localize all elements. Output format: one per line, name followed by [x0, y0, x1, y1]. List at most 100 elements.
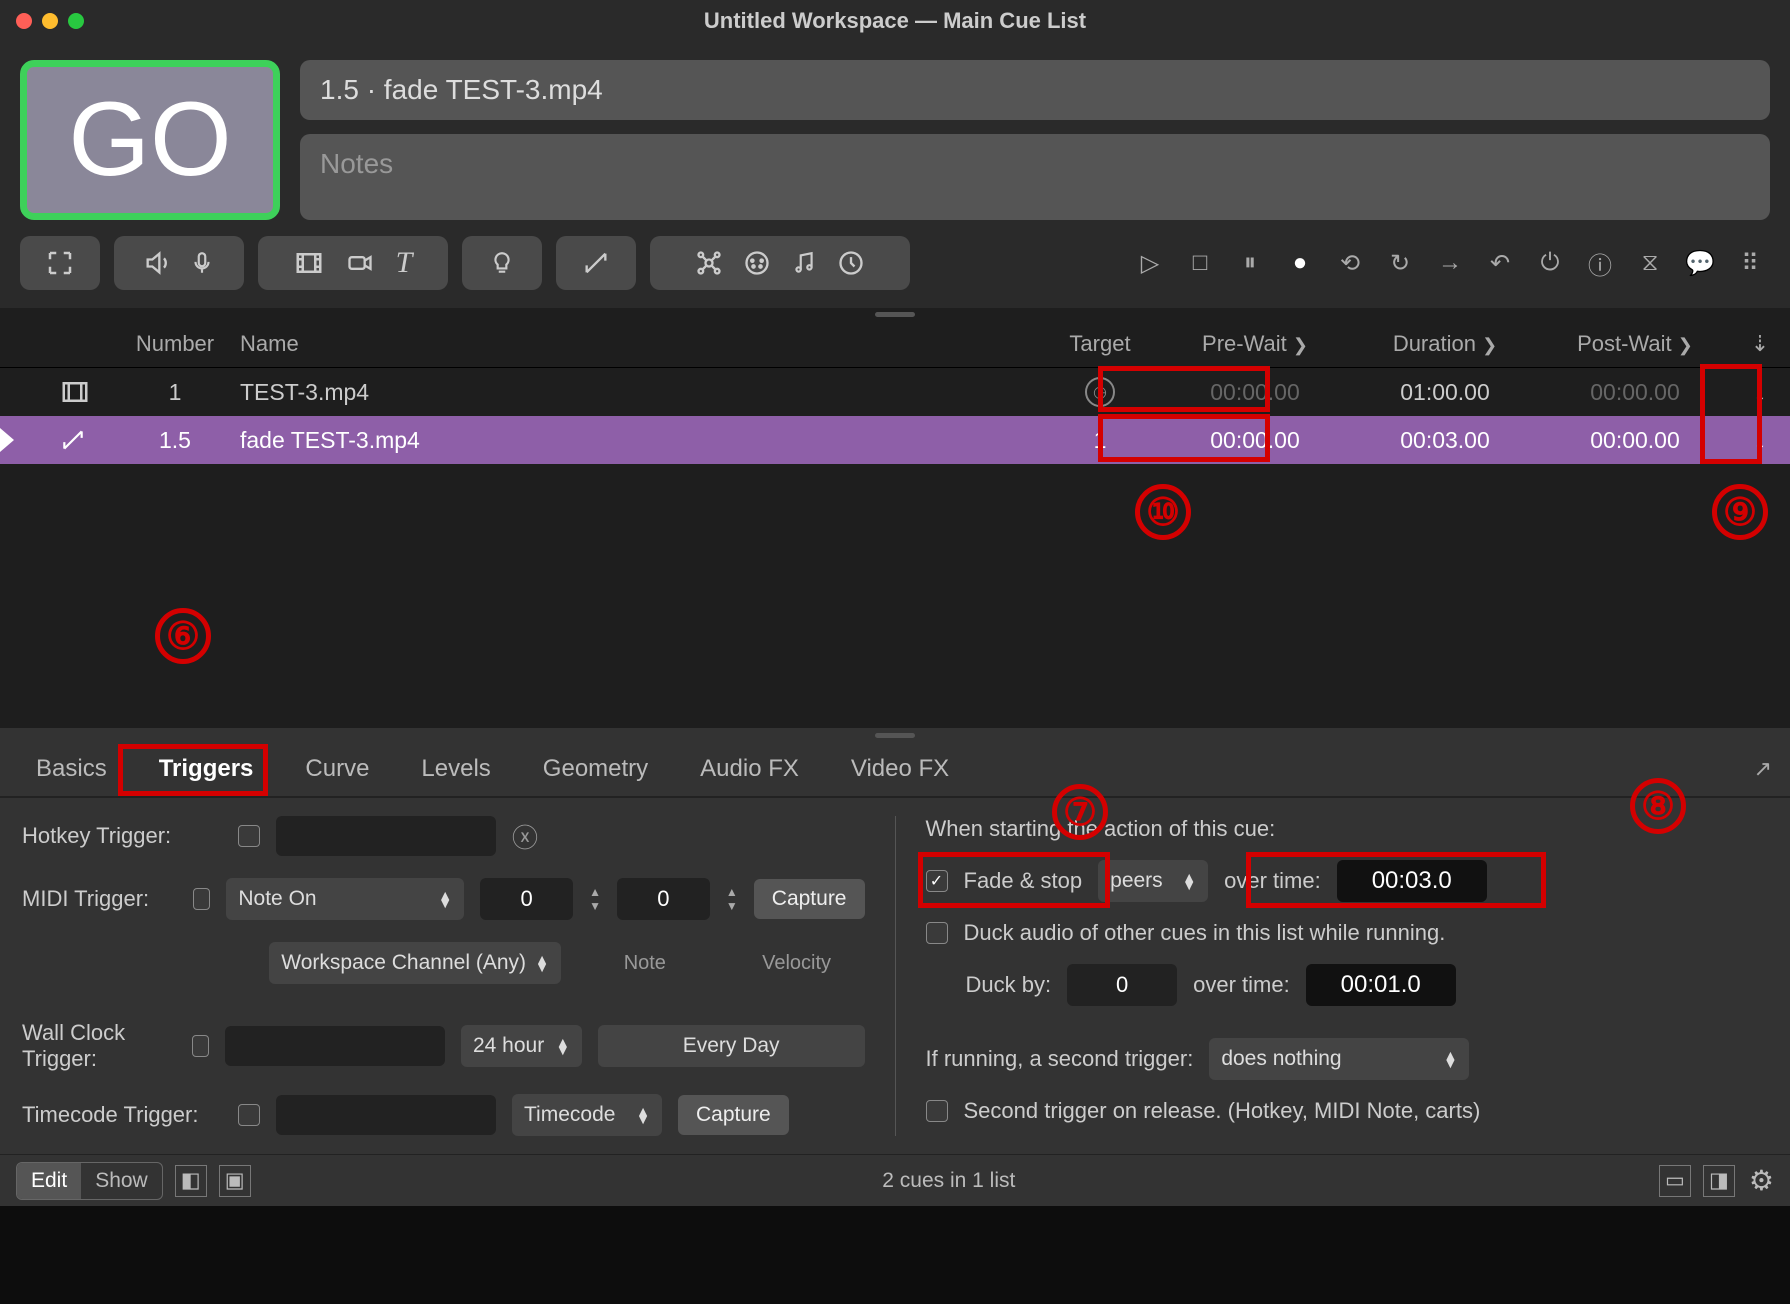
light-button[interactable]	[462, 236, 542, 290]
pause-icon[interactable]: ⏸	[1230, 243, 1270, 283]
grid-icon[interactable]: ⠿	[1730, 243, 1770, 283]
fade-scope-select[interactable]: peers▲▼	[1098, 860, 1208, 902]
midi-note-sublabel: Note	[577, 952, 713, 975]
timecode-icon[interactable]	[837, 249, 865, 277]
popout-icon[interactable]: ↗	[1754, 756, 1772, 782]
fullscreen-button[interactable]	[20, 236, 100, 290]
loop-icon[interactable]: ↻	[1380, 243, 1420, 283]
stepper-icon[interactable]: ▲▼	[589, 885, 601, 913]
timecode-label: Timecode Trigger:	[22, 1102, 222, 1128]
info-icon[interactable]: ⓘ	[1580, 243, 1620, 283]
arrow-icon[interactable]: →	[1430, 243, 1470, 283]
panel-icon-1[interactable]: ▭	[1659, 1165, 1691, 1197]
col-continue[interactable]: ⇣	[1730, 331, 1790, 357]
network-icon[interactable]	[695, 249, 723, 277]
tab-videofx[interactable]: Video FX	[825, 742, 975, 796]
toolbar: T ▷ □ ⏸ ● ⟲ ↻ → ↶ ⏻ ⓘ ⧖ 💬 ⠿	[0, 230, 1790, 308]
fade-button[interactable]	[556, 236, 636, 290]
fade-cue-icon	[60, 427, 120, 453]
midi-capture-button[interactable]: Capture	[754, 879, 865, 919]
mic-icon[interactable]	[189, 250, 215, 276]
midi-note-input[interactable]: 0	[480, 878, 573, 920]
timer-icon[interactable]: ⧖	[1630, 243, 1670, 283]
music-icon[interactable]	[791, 250, 817, 276]
speaker-icon[interactable]	[143, 249, 171, 277]
fade-time-input[interactable]: 00:03.0	[1337, 860, 1487, 902]
tab-levels[interactable]: Levels	[395, 742, 516, 796]
timecode-checkbox[interactable]	[238, 1104, 260, 1126]
text-icon[interactable]: T	[396, 246, 413, 280]
view-icon-2[interactable]: ▣	[219, 1165, 251, 1197]
show-mode[interactable]: Show	[81, 1163, 162, 1199]
midi-channel-select[interactable]: Workspace Channel (Any)▲▼	[269, 942, 561, 984]
hotkey-checkbox[interactable]	[238, 825, 260, 847]
mode-segment[interactable]: Edit Show	[16, 1162, 163, 1200]
second-trigger-label: If running, a second trigger:	[926, 1046, 1194, 1072]
second-release-checkbox[interactable]	[926, 1100, 948, 1122]
video-icon[interactable]	[294, 248, 324, 278]
top-panel: GO 1.5 · fade TEST-3.mp4 Notes	[0, 42, 1790, 230]
midi-checkbox[interactable]	[193, 888, 210, 910]
wallclock-format-select[interactable]: 24 hour▲▼	[461, 1025, 582, 1067]
duck-checkbox[interactable]	[926, 922, 948, 944]
duck-by-input[interactable]: 0	[1067, 964, 1177, 1006]
col-target[interactable]: Target	[1040, 331, 1160, 357]
maximize-icon[interactable]	[68, 13, 84, 29]
drag-handle[interactable]	[0, 728, 1790, 742]
timecode-mode-select[interactable]: Timecode▲▼	[512, 1094, 662, 1136]
triggers-left: Hotkey Trigger: ⓧ MIDI Trigger: Note On▲…	[22, 816, 865, 1136]
inspector-tabs: Basics Triggers Curve Levels Geometry Au…	[0, 742, 1790, 798]
wallclock-checkbox[interactable]	[192, 1035, 209, 1057]
second-trigger-select[interactable]: does nothing▲▼	[1209, 1038, 1469, 1080]
tab-geometry[interactable]: Geometry	[517, 742, 674, 796]
wallclock-days-select[interactable]: Every Day	[598, 1025, 865, 1067]
go-button[interactable]: GO	[20, 60, 280, 220]
cue-row[interactable]: 1.5 fade TEST-3.mp4 1 00:00.00 00:03.00 …	[0, 416, 1790, 464]
cue-title-text: 1.5 · fade TEST-3.mp4	[320, 74, 603, 105]
minimize-icon[interactable]	[42, 13, 58, 29]
col-number[interactable]: Number	[120, 331, 230, 357]
record-icon[interactable]: ●	[1280, 243, 1320, 283]
col-name[interactable]: Name	[230, 331, 1040, 357]
back-icon[interactable]: ↶	[1480, 243, 1520, 283]
timecode-capture-button[interactable]: Capture	[678, 1095, 789, 1135]
camera-icon[interactable]	[346, 249, 374, 277]
play-icon[interactable]: ▷	[1130, 243, 1170, 283]
col-postwait[interactable]: Post-Wait ❯	[1540, 331, 1730, 357]
cue-number: 1	[120, 379, 230, 406]
fade-stop-checkbox[interactable]	[926, 870, 948, 892]
col-prewait[interactable]: Pre-Wait ❯	[1160, 331, 1350, 357]
midi-velocity-input[interactable]: 0	[617, 878, 710, 920]
drag-handle[interactable]	[0, 308, 1790, 320]
view-icon-1[interactable]: ◧	[175, 1165, 207, 1197]
power-icon[interactable]: ⏻	[1530, 243, 1570, 283]
duck-time-input[interactable]: 00:01.0	[1306, 964, 1456, 1006]
edit-mode[interactable]: Edit	[17, 1163, 81, 1199]
col-duration[interactable]: Duration ❯	[1350, 331, 1540, 357]
tab-audiofx[interactable]: Audio FX	[674, 742, 825, 796]
statusbar: Edit Show ◧ ▣ 2 cues in 1 list ▭ ◨ ⚙	[0, 1154, 1790, 1206]
hotkey-input[interactable]	[276, 816, 496, 856]
stop-icon[interactable]: □	[1180, 243, 1220, 283]
notes-field[interactable]: Notes	[300, 134, 1770, 220]
midi-icon[interactable]	[743, 249, 771, 277]
close-icon[interactable]	[16, 13, 32, 29]
tab-triggers[interactable]: Triggers	[133, 742, 280, 796]
tab-curve[interactable]: Curve	[279, 742, 395, 796]
tab-basics[interactable]: Basics	[10, 742, 133, 796]
cue-continue[interactable]: ↓	[1730, 377, 1790, 408]
panel-icon-2[interactable]: ◨	[1703, 1165, 1735, 1197]
cue-continue[interactable]: ↓	[1730, 425, 1790, 456]
cue-title-field[interactable]: 1.5 · fade TEST-3.mp4	[300, 60, 1770, 120]
cue-row[interactable]: 1 TEST-3.mp4 ◷ 00:00.00 01:00.00 00:00.0…	[0, 368, 1790, 416]
rewind-icon[interactable]: ⟲	[1330, 243, 1370, 283]
stepper-icon[interactable]: ▲▼	[726, 885, 738, 913]
message-icon[interactable]: 💬	[1680, 243, 1720, 283]
midi-type-select[interactable]: Note On▲▼	[226, 878, 464, 920]
cue-name: fade TEST-3.mp4	[230, 427, 1040, 454]
gear-icon[interactable]: ⚙	[1749, 1164, 1774, 1197]
clear-icon[interactable]: ⓧ	[512, 818, 538, 855]
wallclock-input[interactable]	[225, 1026, 445, 1066]
midi-velocity-sublabel: Velocity	[729, 952, 865, 975]
timecode-input[interactable]	[276, 1095, 496, 1135]
